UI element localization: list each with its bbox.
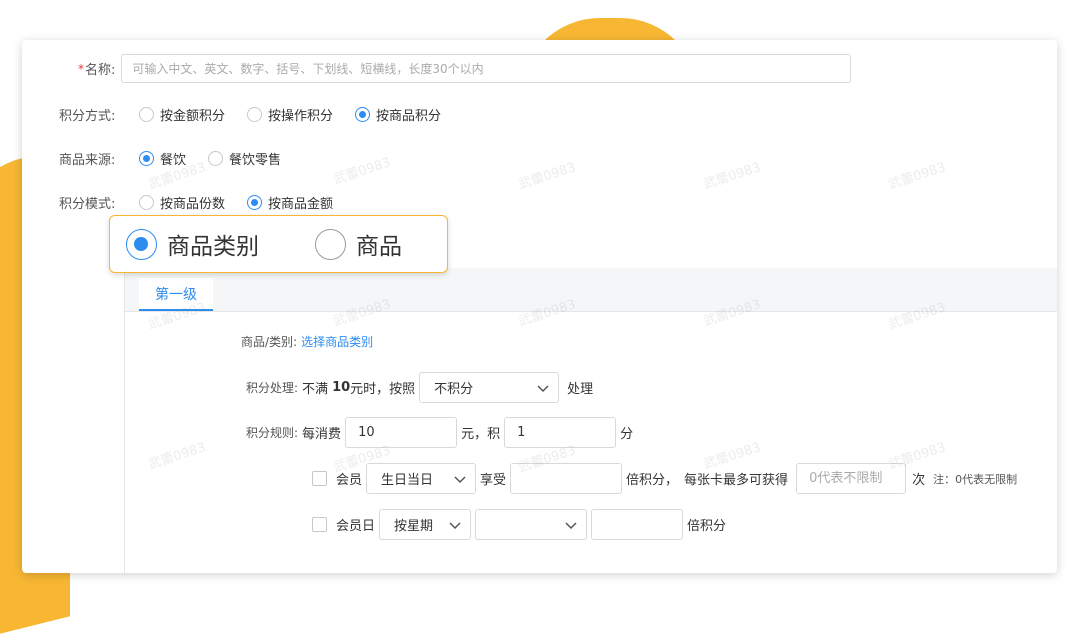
points-rule-label: 积分规则: (246, 426, 299, 440)
handling-select-value: 不积分 (434, 382, 474, 397)
radio-label: 商品 (356, 234, 402, 260)
goods-source-label: 商品来源: (59, 153, 116, 168)
watermark: 武蕾0983 (886, 160, 948, 193)
member-multiplier-input[interactable] (510, 463, 623, 494)
goods-source-group: 餐饮 餐饮零售 (139, 149, 281, 168)
radio-circle (208, 151, 224, 166)
granularity-callout: 商品类别 商品 (109, 215, 448, 273)
name-input[interactable] (121, 54, 852, 83)
watermark: 武蕾0983 (331, 155, 393, 188)
radio-label: 餐饮零售 (229, 153, 282, 168)
rule-panel: 第一级 商品/类别: 选择商品类别 积分处理: 不满 10 元时，按照 不积分 … (124, 268, 1057, 573)
handling-text-middle: 元时，按照 (350, 382, 416, 397)
select-goods-category-link[interactable]: 选择商品类别 (301, 333, 373, 350)
chevron-down-icon (565, 521, 577, 529)
goods-category-label: 商品/类别: (241, 335, 298, 349)
radio-circle (315, 228, 346, 260)
member-row: 会员 生日当日 享受 倍积分， 每张卡最多可获得 次 注：0代表无限制 (312, 463, 1017, 494)
points-mode-label: 积分模式: (59, 197, 116, 212)
form-card: * 名称: 积分方式: 按金额积分 按操作积分 按商品积分 商品来源: (22, 40, 1057, 573)
rule-text-middle: 元，积 (461, 427, 501, 442)
member-enjoy-text: 享受 (480, 473, 507, 488)
member-checkbox[interactable] (312, 471, 327, 486)
chevron-down-icon (454, 475, 466, 483)
goods-category-row: 商品/类别: 选择商品类别 (241, 333, 373, 350)
watermark: 武蕾0983 (701, 160, 763, 193)
member-times-text: 次 (912, 473, 926, 488)
goods-source-row: 商品来源: 餐饮 餐饮零售 (59, 149, 281, 168)
tab-bar: 第一级 (125, 268, 1057, 312)
member-day-multiplier-input[interactable] (591, 509, 684, 540)
member-day-second-select[interactable] (475, 509, 588, 540)
member-max-input[interactable] (796, 463, 907, 494)
radio-label: 按商品份数 (160, 197, 226, 212)
radio-circle (139, 195, 154, 210)
member-day-row: 会员日 按星期 倍积分 (312, 509, 726, 540)
radio-label: 按操作积分 (268, 109, 334, 124)
radio-catering[interactable]: 餐饮 (139, 149, 186, 168)
chevron-down-icon (537, 384, 549, 392)
radio-label: 按商品积分 (376, 109, 442, 124)
rule-text-suffix: 分 (620, 427, 634, 442)
member-day-label: 会员日 (336, 519, 376, 534)
points-method-label: 积分方式: (59, 109, 116, 124)
member-note: 注：0代表无限制 (933, 472, 1018, 486)
handling-text-prefix: 不满 (302, 382, 329, 397)
radio-label: 餐饮 (160, 153, 187, 168)
required-mark: * (78, 61, 84, 76)
radio-circle-selected (126, 228, 157, 260)
radio-circle-selected (139, 151, 154, 166)
radio-amount[interactable]: 按金额积分 (139, 105, 225, 124)
spend-input[interactable] (345, 417, 458, 448)
name-label: 名称: (85, 63, 116, 78)
radio-operation[interactable]: 按操作积分 (247, 105, 333, 124)
radio-label: 按商品金额 (268, 197, 334, 212)
member-select-value: 生日当日 (381, 473, 434, 488)
member-day-checkbox[interactable] (312, 517, 327, 532)
member-day-select[interactable]: 按星期 (379, 509, 472, 540)
member-select[interactable]: 生日当日 (366, 463, 477, 494)
member-text-after: 倍积分， (626, 473, 679, 488)
points-method-group: 按金额积分 按操作积分 按商品积分 (139, 105, 441, 124)
radio-goods-item[interactable]: 商品 (315, 227, 402, 261)
points-rule-row: 积分规则: 每消费 元，积 分 (246, 417, 633, 448)
member-label: 会员 (336, 473, 363, 488)
radio-catering-retail[interactable]: 餐饮零售 (208, 149, 281, 168)
watermark: 武蕾0983 (516, 160, 578, 193)
points-mode-group: 按商品份数 按商品金额 (139, 193, 333, 212)
radio-label: 商品类别 (167, 234, 259, 260)
points-mode-row: 积分模式: 按商品份数 按商品金额 (59, 193, 333, 212)
radio-circle (139, 107, 154, 122)
radio-circle (247, 107, 263, 122)
radio-goods[interactable]: 按商品积分 (355, 105, 441, 124)
handling-amount: 10 (332, 380, 351, 395)
handling-select[interactable]: 不积分 (419, 372, 560, 403)
radio-circle-selected (247, 195, 263, 210)
handling-text-suffix: 处理 (567, 382, 594, 397)
radio-goods-category[interactable]: 商品类别 (126, 227, 259, 261)
rule-text-prefix: 每消费 (302, 427, 342, 442)
radio-circle-selected (355, 107, 371, 122)
member-day-select-value: 按星期 (394, 519, 434, 534)
points-input[interactable] (504, 417, 617, 448)
points-handling-label: 积分处理: (246, 381, 299, 395)
member-day-text-after: 倍积分 (687, 519, 727, 534)
radio-by-amount[interactable]: 按商品金额 (247, 193, 333, 212)
chevron-down-icon (449, 521, 461, 529)
name-row: * 名称: (78, 54, 852, 83)
points-method-row: 积分方式: 按金额积分 按操作积分 按商品积分 (59, 105, 441, 124)
radio-label: 按金额积分 (160, 109, 226, 124)
radio-by-quantity[interactable]: 按商品份数 (139, 193, 225, 212)
member-text-max: 每张卡最多可获得 (684, 473, 789, 488)
tab-first-level[interactable]: 第一级 (139, 278, 213, 311)
points-handling-row: 积分处理: 不满 10 元时，按照 不积分 处理 (246, 372, 593, 403)
